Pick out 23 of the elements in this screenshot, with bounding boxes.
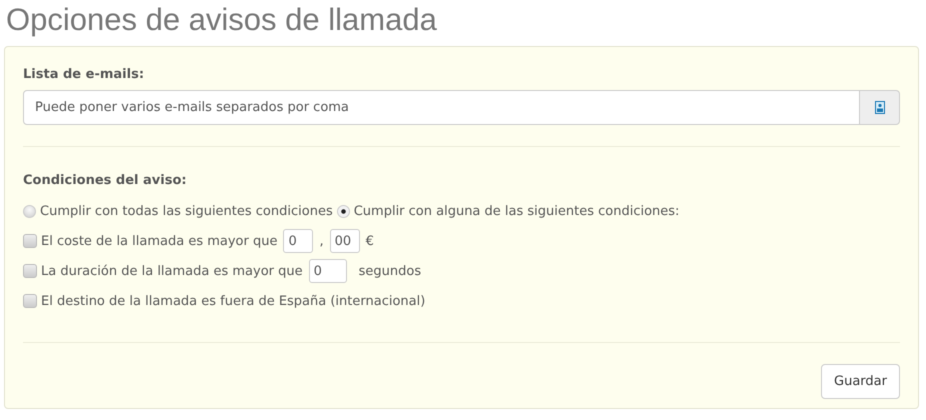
contact-card-icon [874,101,884,114]
radio-button[interactable] [336,204,350,218]
contacts-button[interactable] [860,90,900,125]
page-title: Opciones de avisos de llamada [5,1,438,39]
number-field[interactable]: 00 [330,229,360,253]
number-field[interactable]: 0 [283,229,314,253]
section-label: Condiciones del aviso: [23,173,188,188]
condition-text: segundos [358,264,422,278]
email-list-field[interactable]: Puede poner varios e-mails separados por coma [23,90,860,125]
save-button[interactable]: Guardar [821,364,900,399]
radio-button[interactable] [23,204,36,218]
condition-text: El destino de la llamada es fuera de España (internacional) [41,294,426,308]
radio-label: Cumplir con todas las siguientes condiciones [40,204,333,218]
checkbox[interactable] [23,234,37,248]
checkbox[interactable] [23,294,37,308]
number-field[interactable]: 0 [308,259,347,283]
field-label: Lista de e-mails: [23,67,146,82]
condition-text: El coste de la llamada es mayor que [41,234,278,248]
checkbox[interactable] [23,264,37,278]
condition-text: € [366,234,374,248]
radio-label: Cumplir con alguna de las siguientes condiciones: [354,204,680,218]
condition-text: , [319,234,324,248]
condition-text: La duración de la llamada es mayor que [41,264,303,278]
